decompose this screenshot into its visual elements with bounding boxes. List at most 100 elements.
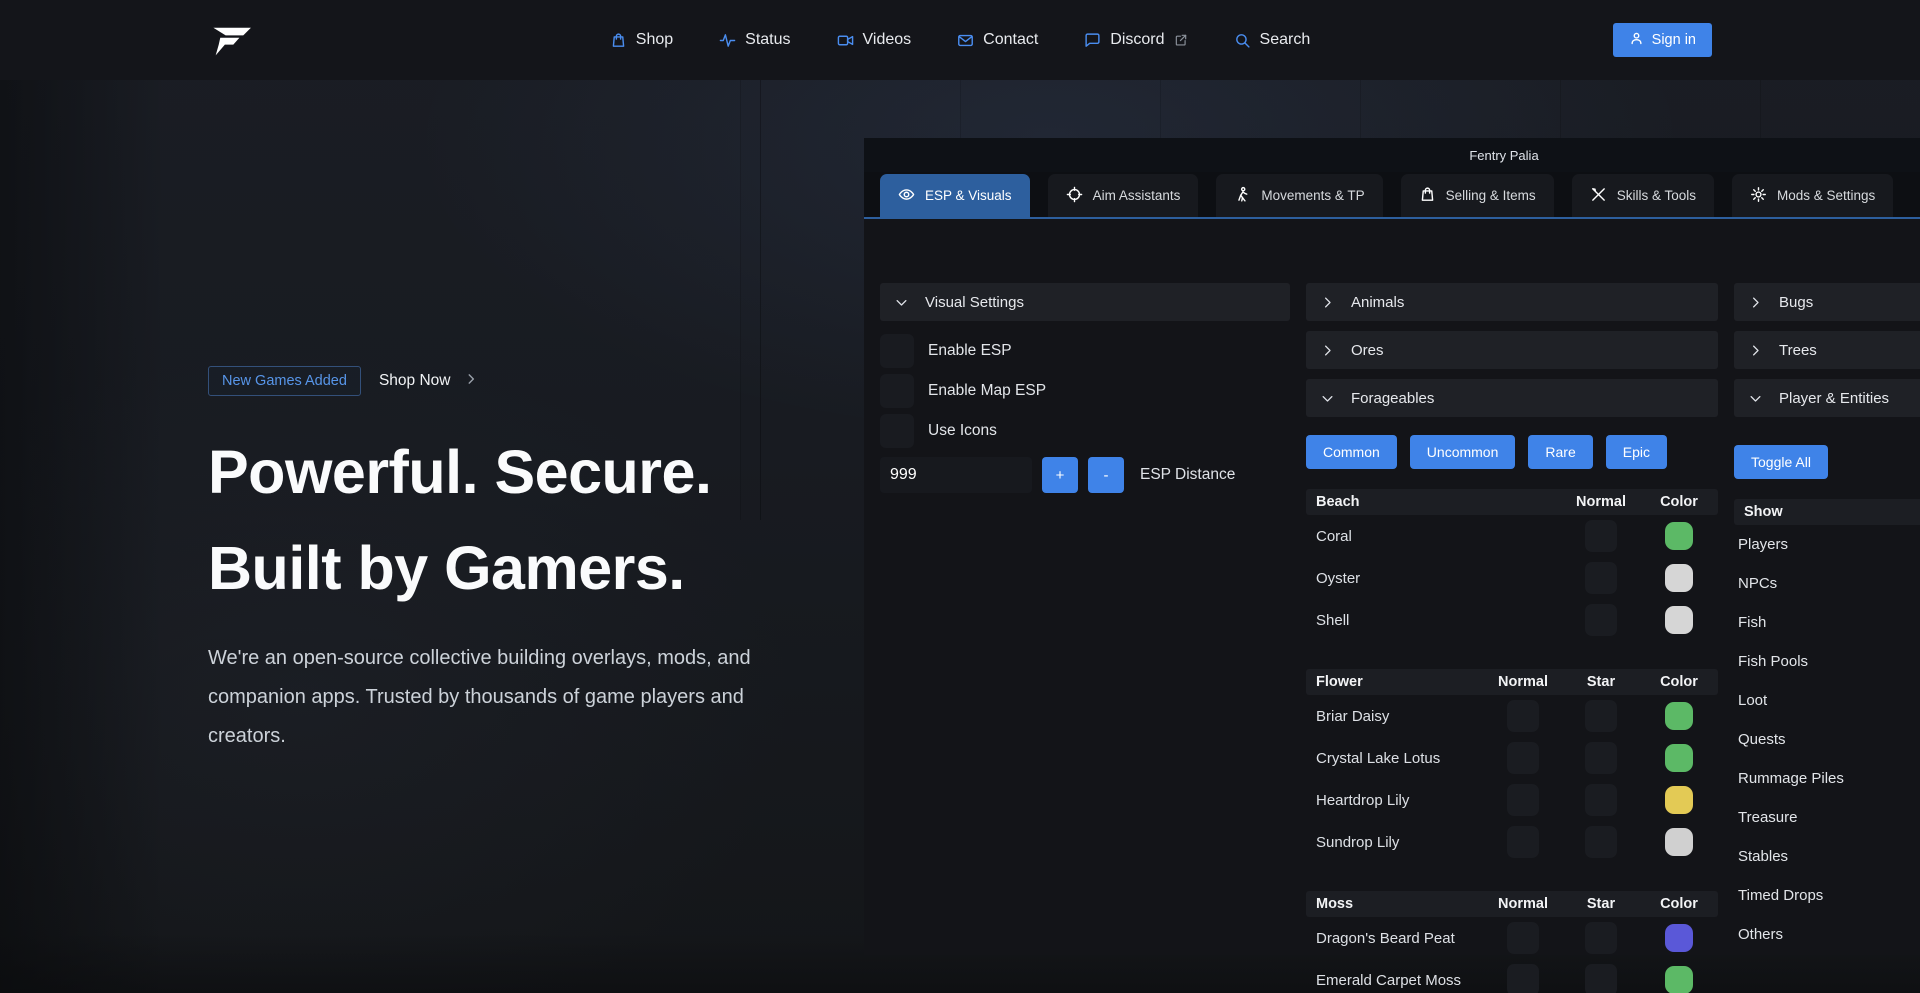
- chevron-right-icon: [1748, 295, 1763, 310]
- show-item-rummage-piles[interactable]: Rummage Piles: [1734, 759, 1920, 798]
- show-item-fish[interactable]: Fish: [1734, 603, 1920, 642]
- checkbox-normal[interactable]: [1507, 784, 1539, 816]
- checkbox-normal[interactable]: [1585, 604, 1617, 636]
- color-swatch[interactable]: [1665, 966, 1693, 993]
- tab-movements-tp[interactable]: Movements & TP: [1216, 174, 1382, 217]
- table-row: Crystal Lake Lotus: [1306, 737, 1718, 779]
- table-row: Dragon's Beard Peat: [1306, 917, 1718, 959]
- nav-item-contact[interactable]: Contact: [957, 31, 1038, 49]
- discord-icon: [1084, 32, 1101, 49]
- color-swatch[interactable]: [1665, 606, 1693, 634]
- tab-skills-tools[interactable]: Skills & Tools: [1572, 174, 1714, 217]
- checkbox-normal[interactable]: [1507, 922, 1539, 954]
- section-forageables[interactable]: Forageables: [1306, 379, 1718, 417]
- color-swatch[interactable]: [1665, 786, 1693, 814]
- show-item-stables[interactable]: Stables: [1734, 837, 1920, 876]
- section-player-entities[interactable]: Player & Entities: [1734, 379, 1920, 417]
- section-label: Forageables: [1351, 390, 1434, 407]
- row-label: Emerald Carpet Moss: [1316, 972, 1484, 989]
- increment-button[interactable]: +: [1042, 457, 1078, 493]
- checkbox-star[interactable]: [1585, 964, 1617, 993]
- show-item-npcs[interactable]: NPCs: [1734, 564, 1920, 603]
- esp-distance-label: ESP Distance: [1140, 466, 1235, 484]
- new-games-badge[interactable]: New Games Added: [208, 366, 361, 396]
- panel-tabstrip: ESP & Visuals Aim Assistants Movements & T…: [864, 172, 1920, 219]
- rarity-button-epic[interactable]: Epic: [1606, 435, 1667, 469]
- tab-aim-assistants[interactable]: Aim Assistants: [1048, 174, 1199, 217]
- nav-item-label: Discord: [1110, 31, 1164, 49]
- page: Shop Status Videos Contact Discord Search Sig…: [0, 0, 1920, 993]
- table-name: Flower: [1316, 674, 1484, 690]
- nav-item-label: Shop: [636, 31, 673, 49]
- show-item-treasure[interactable]: Treasure: [1734, 798, 1920, 837]
- show-item-fish-pools[interactable]: Fish Pools: [1734, 642, 1920, 681]
- nav-item-videos[interactable]: Videos: [837, 31, 912, 49]
- show-item-quests[interactable]: Quests: [1734, 720, 1920, 759]
- hero-description: We're an open-source collective building…: [208, 639, 788, 756]
- chevron-down-icon: [1320, 391, 1335, 406]
- color-swatch[interactable]: [1665, 924, 1693, 952]
- checkbox-normal[interactable]: [1585, 520, 1617, 552]
- nav-item-shop[interactable]: Shop: [610, 31, 673, 49]
- checkbox-star[interactable]: [1585, 922, 1617, 954]
- rarity-button-uncommon[interactable]: Uncommon: [1410, 435, 1516, 469]
- toggle-all-button[interactable]: Toggle All: [1734, 445, 1828, 479]
- chevron-right-icon: [464, 372, 478, 391]
- column-header-star: Star: [1562, 674, 1640, 690]
- bag-icon: [1419, 186, 1436, 206]
- tab-label: ESP & Visuals: [925, 188, 1012, 203]
- tab-label: Aim Assistants: [1093, 188, 1181, 203]
- checkbox-normal[interactable]: [1507, 826, 1539, 858]
- color-swatch[interactable]: [1665, 702, 1693, 730]
- checkbox-normal[interactable]: [1507, 964, 1539, 993]
- row-label: Oyster: [1316, 570, 1562, 587]
- tab-label: Mods & Settings: [1777, 188, 1875, 203]
- color-swatch[interactable]: [1665, 564, 1693, 592]
- shop-now-link[interactable]: Shop Now: [379, 372, 479, 391]
- sign-in-button[interactable]: Sign in: [1613, 23, 1712, 57]
- tab-mods-settings[interactable]: Mods & Settings: [1732, 174, 1893, 217]
- hero-title: Powerful. Secure. Built by Gamers.: [208, 424, 858, 617]
- checkbox-normal[interactable]: [1507, 700, 1539, 732]
- section-ores[interactable]: Ores: [1306, 331, 1718, 369]
- tab-esp-visuals[interactable]: ESP & Visuals: [880, 174, 1030, 217]
- table-beach: BeachNormalColorCoralOysterShell: [1306, 489, 1718, 641]
- section-animals[interactable]: Animals: [1306, 283, 1718, 321]
- esp-distance-input[interactable]: [880, 457, 1032, 493]
- checkbox-star[interactable]: [1585, 742, 1617, 774]
- decrement-button[interactable]: -: [1088, 457, 1124, 493]
- tab-selling-items[interactable]: Selling & Items: [1401, 174, 1554, 217]
- rarity-button-common[interactable]: Common: [1306, 435, 1397, 469]
- nav-item-search[interactable]: Search: [1234, 31, 1311, 49]
- table-row: Emerald Carpet Moss: [1306, 959, 1718, 993]
- checkbox-normal[interactable]: [1507, 742, 1539, 774]
- color-swatch[interactable]: [1665, 522, 1693, 550]
- checkbox[interactable]: [880, 374, 914, 408]
- tab-label: Skills & Tools: [1617, 188, 1696, 203]
- section-trees[interactable]: Trees: [1734, 331, 1920, 369]
- checkbox[interactable]: [880, 414, 914, 448]
- nav-item-status[interactable]: Status: [719, 31, 790, 49]
- external-icon: [1174, 33, 1188, 47]
- checkbox[interactable]: [880, 334, 914, 368]
- checkbox-star[interactable]: [1585, 784, 1617, 816]
- chevron-down-icon: [1748, 391, 1763, 406]
- show-item-players[interactable]: Players: [1734, 525, 1920, 564]
- show-item-timed-drops[interactable]: Timed Drops: [1734, 876, 1920, 915]
- status-icon: [719, 32, 736, 49]
- color-swatch[interactable]: [1665, 744, 1693, 772]
- panel-titlebar[interactable]: Fentry Palia: [864, 138, 1920, 172]
- row-label: Briar Daisy: [1316, 708, 1484, 725]
- checkbox-star[interactable]: [1585, 826, 1617, 858]
- show-item-loot[interactable]: Loot: [1734, 681, 1920, 720]
- section-visual-settings[interactable]: Visual Settings: [880, 283, 1290, 321]
- color-swatch[interactable]: [1665, 828, 1693, 856]
- nav-item-label: Search: [1260, 31, 1311, 49]
- nav-item-discord[interactable]: Discord: [1084, 31, 1187, 49]
- checkbox-normal[interactable]: [1585, 562, 1617, 594]
- checkbox-star[interactable]: [1585, 700, 1617, 732]
- show-item-others[interactable]: Others: [1734, 915, 1920, 954]
- rarity-button-rare[interactable]: Rare: [1528, 435, 1592, 469]
- section-bugs[interactable]: Bugs: [1734, 283, 1920, 321]
- background-shade: [0, 80, 165, 993]
